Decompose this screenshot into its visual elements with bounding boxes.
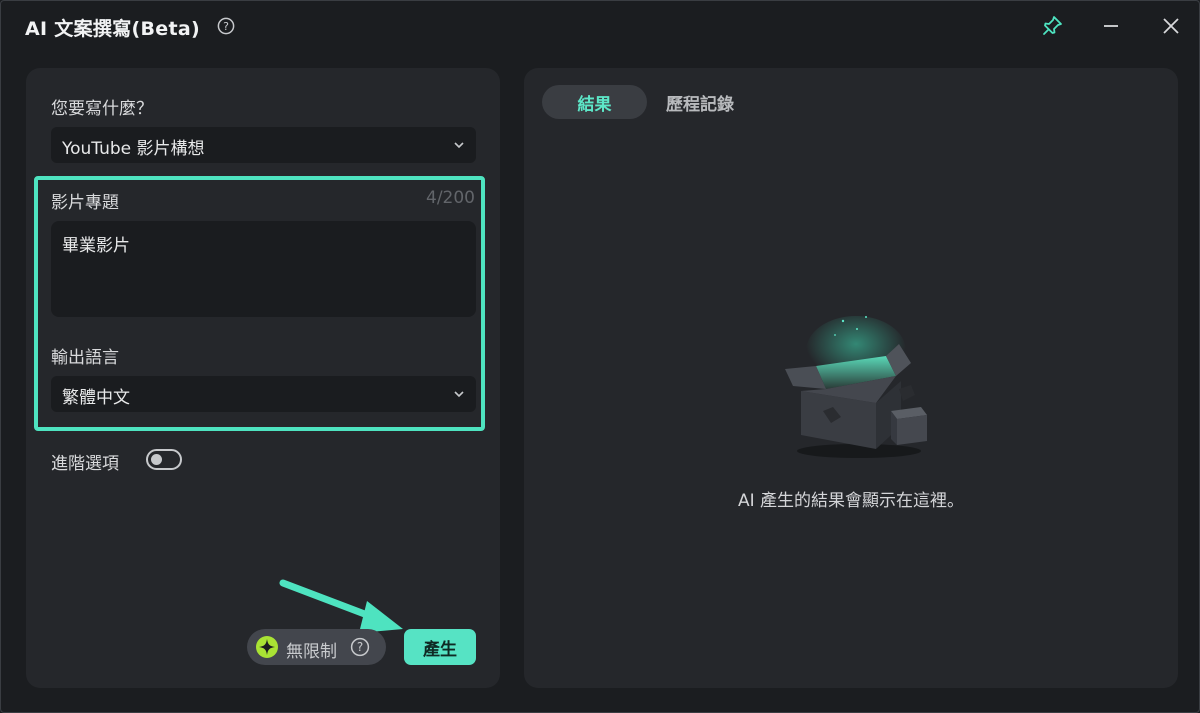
question-circle-icon[interactable]: ? [217, 17, 235, 35]
pin-icon [1043, 16, 1062, 35]
tab-result[interactable]: 結果 [542, 85, 647, 119]
output-language-label: 輸出語言 [51, 348, 119, 368]
ai-copywriting-window: AI 文案撰寫(Beta) ? 您要寫什麼？ YouTube 影片構想 影片專題… [0, 0, 1200, 713]
pin-button[interactable] [1039, 13, 1065, 39]
chevron-down-icon [454, 391, 464, 398]
spark-icon [256, 636, 278, 658]
topic-char-counter: 4/200 [426, 188, 475, 208]
prompt-label: 您要寫什麼？ [51, 99, 153, 119]
content-type-select[interactable]: YouTube 影片構想 [51, 127, 476, 163]
advanced-options-label: 進階選項 [51, 454, 119, 474]
close-button[interactable] [1158, 13, 1184, 39]
generate-button[interactable]: 產生 [404, 629, 476, 665]
chevron-down-icon [454, 142, 464, 149]
open-box-illustration [785, 316, 927, 458]
tab-history[interactable]: 歷程記錄 [655, 85, 745, 119]
svg-text:?: ? [357, 640, 363, 654]
svg-text:?: ? [223, 20, 229, 33]
credit-label: 無限制 [286, 642, 337, 662]
empty-result-message: AI 產生的結果會顯示在這裡。 [737, 491, 965, 511]
credit-indicator: 無限制 ? [247, 629, 386, 665]
output-language-value: 繁體中文 [62, 388, 130, 408]
close-icon [1163, 18, 1179, 34]
advanced-options-toggle[interactable] [146, 449, 182, 470]
topic-label: 影片專題 [51, 193, 119, 213]
content-type-value: YouTube 影片構想 [62, 139, 205, 159]
window-title: AI 文案撰寫(Beta) [25, 18, 200, 40]
minimize-button[interactable] [1098, 13, 1124, 39]
question-circle-icon[interactable]: ? [350, 637, 370, 657]
toggle-knob [151, 454, 162, 465]
topic-textarea[interactable]: 畢業影片 [51, 221, 476, 317]
minimize-icon [1104, 25, 1118, 27]
output-language-select[interactable]: 繁體中文 [51, 376, 476, 412]
title-bar: AI 文案撰寫(Beta) ? [1, 1, 1199, 53]
